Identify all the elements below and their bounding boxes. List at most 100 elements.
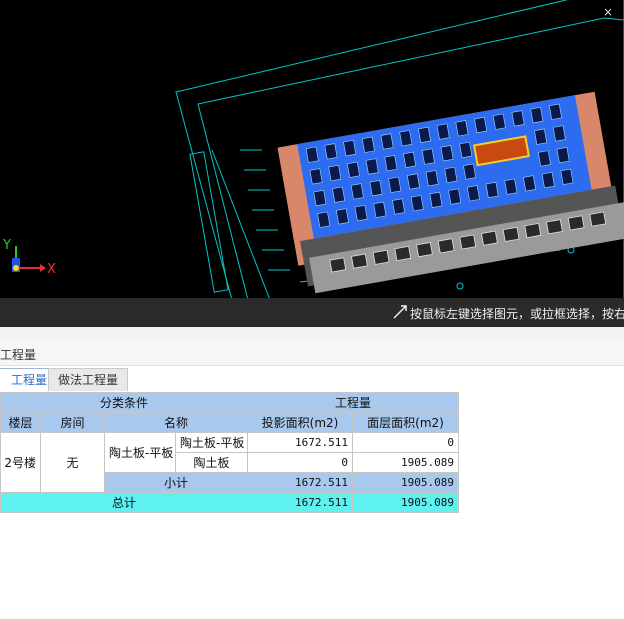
cad-viewport[interactable]: Y X × 按鼠标左键选择图元，或拉框选择，按右 xyxy=(0,0,624,327)
total-proj-area: 1672.511 xyxy=(247,492,354,513)
window-mark xyxy=(305,146,319,163)
window-mark xyxy=(309,168,323,185)
window-mark xyxy=(361,136,375,153)
window-mark xyxy=(502,226,520,242)
window-mark xyxy=(524,222,542,239)
window-mark xyxy=(335,208,349,225)
window-mark xyxy=(328,164,342,182)
window-mark xyxy=(418,126,432,144)
window-mark xyxy=(546,219,563,235)
tab-quantity[interactable]: 工程量 xyxy=(0,368,52,391)
col-room: 房间 xyxy=(40,412,105,433)
window-mark xyxy=(534,128,548,145)
window-mark xyxy=(425,170,439,187)
window-mark xyxy=(481,230,498,246)
subtotal-layer-area: 1905.089 xyxy=(352,472,460,493)
header-quantity: 工程量 xyxy=(247,392,460,413)
window-mark xyxy=(556,147,570,164)
tab-method-quantity[interactable]: 做法工程量 xyxy=(48,368,128,391)
window-mark xyxy=(394,245,412,262)
close-icon[interactable]: × xyxy=(603,5,613,19)
window-mark xyxy=(485,181,499,199)
window-mark xyxy=(436,123,450,140)
cell-name: 陶土板-平板 xyxy=(174,432,249,453)
window-mark xyxy=(392,198,406,215)
window-mark xyxy=(492,113,506,130)
window-mark xyxy=(384,155,398,172)
header-classification: 分类条件 xyxy=(0,392,249,413)
window-mark xyxy=(329,257,347,273)
cell-name: 陶土板 xyxy=(174,452,249,473)
window-mark xyxy=(444,166,458,184)
window-mark xyxy=(440,145,454,162)
total-row[interactable]: 总计 1672.511 1905.089 xyxy=(0,492,460,513)
window-mark xyxy=(567,215,585,231)
window-mark xyxy=(403,151,417,168)
window-mark xyxy=(437,238,455,254)
cell-layer-area: 0 xyxy=(352,432,460,453)
window-mark xyxy=(410,195,424,212)
window-mark xyxy=(373,201,387,218)
window-mark xyxy=(504,178,518,195)
window-mark xyxy=(406,173,420,190)
window-mark xyxy=(388,176,402,193)
window-mark xyxy=(466,185,480,202)
window-mark xyxy=(313,189,327,207)
cell-room: 无 xyxy=(40,432,105,493)
window-mark xyxy=(369,180,383,197)
window-mark xyxy=(463,163,477,180)
window-mark xyxy=(537,150,551,167)
window-mark xyxy=(448,188,462,205)
window-mark xyxy=(421,148,435,165)
window-mark xyxy=(372,249,390,265)
window-mark xyxy=(511,110,525,127)
window-mark xyxy=(354,204,368,222)
col-projected-area: 投影面积(m2) xyxy=(247,412,354,433)
select-cursor-icon xyxy=(393,305,407,319)
window-mark xyxy=(530,106,544,124)
window-mark xyxy=(523,175,537,192)
window-mark xyxy=(455,120,469,137)
window-mark xyxy=(429,191,443,208)
cell-layer-area: 1905.089 xyxy=(352,452,460,473)
cell-floor: 2号楼 xyxy=(0,432,41,493)
col-layer-area: 面层面积(m2) xyxy=(352,412,460,433)
window-mark xyxy=(332,186,346,203)
axis-gizmo-icon xyxy=(12,246,46,272)
window-mark xyxy=(365,158,379,175)
window-mark xyxy=(459,141,473,159)
panel-header: 工程量 xyxy=(0,341,624,366)
panel-title: 工程量 xyxy=(0,348,37,362)
total-label: 总计 xyxy=(0,492,249,513)
cad-drawing[interactable]: Y X xyxy=(0,0,624,300)
window-mark xyxy=(399,130,413,147)
window-mark xyxy=(560,168,574,185)
subtotal-label: 小计 xyxy=(103,472,249,493)
window-mark xyxy=(380,133,394,150)
window-mark xyxy=(416,242,433,258)
window-mark xyxy=(474,116,488,134)
table-row[interactable]: 2号楼 无 陶土板-平板 陶土板-平板 1672.511 0 xyxy=(0,432,460,493)
window-mark xyxy=(541,171,555,189)
axis-x-label: X xyxy=(47,262,56,277)
cell-name-group: 陶土板-平板 xyxy=(104,432,176,473)
window-mark xyxy=(589,211,607,227)
axis-y-label: Y xyxy=(2,238,11,253)
col-name: 名称 xyxy=(103,412,249,433)
window-mark xyxy=(350,183,364,200)
window-mark xyxy=(343,139,357,157)
cell-proj-area: 1672.511 xyxy=(247,432,354,453)
cell-proj-area: 0 xyxy=(247,452,354,473)
window-mark xyxy=(459,234,477,250)
window-mark xyxy=(347,161,360,178)
quantity-table: 分类条件 工程量 楼层 房间 名称 投影面积(m2) 面层面积(m2) 2号楼 … xyxy=(0,392,460,513)
status-hint: 按鼠标左键选择图元，或拉框选择，按右 xyxy=(410,307,624,321)
col-floor: 楼层 xyxy=(0,412,41,433)
panel-splitter[interactable] xyxy=(0,327,624,342)
subtotal-proj-area: 1672.511 xyxy=(247,472,354,493)
window-mark xyxy=(317,211,331,228)
window-mark xyxy=(351,253,368,269)
total-layer-area: 1905.089 xyxy=(352,492,460,513)
status-bar: 按鼠标左键选择图元，或拉框选择，按右 xyxy=(0,298,624,327)
window-mark xyxy=(549,103,562,120)
